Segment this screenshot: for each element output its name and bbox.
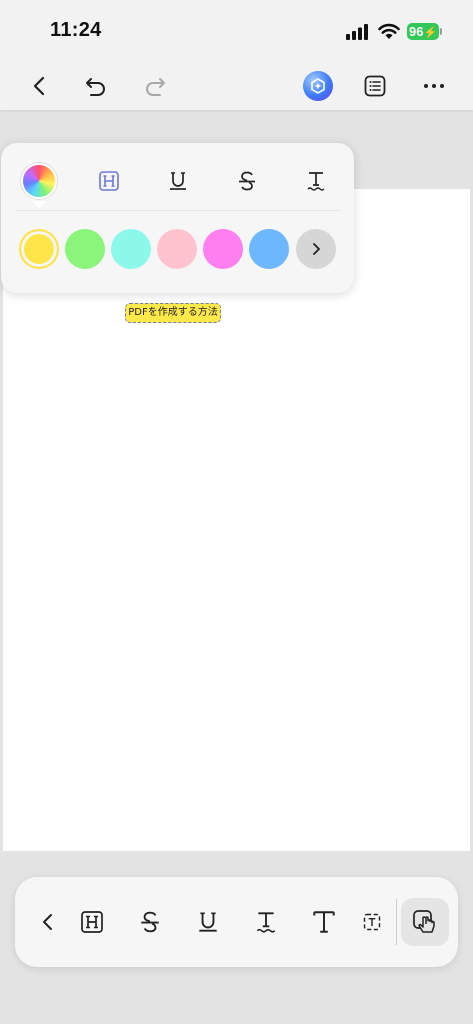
- battery-tip: [440, 28, 442, 35]
- tool-squiggly[interactable]: [251, 907, 281, 937]
- redo-button[interactable]: [135, 66, 175, 106]
- annotation-toolbar: [15, 877, 458, 967]
- color-swatch-blue[interactable]: [249, 229, 289, 269]
- style-strikethrough-button[interactable]: [233, 167, 261, 195]
- style-underline-button[interactable]: [164, 167, 192, 195]
- squiggly-icon: [307, 172, 325, 191]
- tool-text-box[interactable]: [362, 907, 382, 937]
- list-icon: [364, 75, 386, 97]
- ai-assistant-icon: [303, 71, 333, 101]
- popup-divider: [15, 210, 341, 211]
- undo-icon: [86, 78, 105, 96]
- toolbar-back-button[interactable]: [33, 907, 63, 937]
- chevron-left-icon: [33, 76, 45, 96]
- battery-level: 96: [409, 24, 424, 39]
- underline-icon: [199, 912, 217, 932]
- undo-button[interactable]: [76, 66, 116, 106]
- color-swatch-magenta[interactable]: [203, 229, 243, 269]
- nav-bar: [0, 62, 473, 110]
- select-mode-button[interactable]: [401, 898, 449, 946]
- status-bar: 11:24 96⚡: [0, 0, 473, 62]
- color-swatch-cyan[interactable]: [111, 229, 151, 269]
- text-box-icon: [363, 913, 381, 931]
- tool-underline[interactable]: [193, 907, 223, 937]
- style-squiggly-button[interactable]: [302, 167, 330, 195]
- more-options-button[interactable]: [414, 66, 454, 106]
- strikethrough-icon: [239, 171, 255, 191]
- text-icon: [313, 911, 335, 933]
- signal-icon: [346, 24, 368, 40]
- picker-caret: [32, 201, 46, 208]
- squiggly-icon: [256, 912, 276, 933]
- wifi-icon: [378, 23, 400, 39]
- chevron-left-icon: [43, 914, 52, 930]
- charging-bolt-icon: ⚡: [423, 27, 438, 39]
- toolbar-separator: [396, 899, 397, 945]
- color-swatch-green[interactable]: [65, 229, 105, 269]
- strikethrough-icon: [141, 911, 159, 933]
- status-time: 11:24: [50, 19, 102, 41]
- underline-icon: [170, 172, 186, 190]
- chevron-right-icon: [313, 243, 320, 255]
- color-swatch-pink[interactable]: [157, 229, 197, 269]
- battery-indicator: 96⚡: [407, 23, 439, 40]
- more-colors-button[interactable]: [296, 229, 336, 269]
- ellipsis-icon: [424, 84, 444, 88]
- tool-strikethrough[interactable]: [135, 907, 165, 937]
- redo-icon: [146, 78, 165, 96]
- style-highlight-button[interactable]: [95, 167, 123, 195]
- highlighted-text-annotation[interactable]: PDFを作成する方法: [125, 303, 221, 323]
- highlight-icon: [81, 911, 103, 933]
- tool-text[interactable]: [309, 907, 339, 937]
- outline-button[interactable]: [355, 66, 395, 106]
- touch-select-icon: [413, 910, 435, 933]
- highlight-icon: [99, 171, 119, 191]
- custom-color-picker-button[interactable]: [21, 163, 57, 199]
- color-swatch-yellow[interactable]: [19, 229, 59, 269]
- tool-highlight[interactable]: [77, 907, 107, 937]
- back-button[interactable]: [20, 66, 60, 106]
- ai-assistant-button[interactable]: [298, 66, 338, 106]
- annotation-style-popup: [1, 143, 354, 293]
